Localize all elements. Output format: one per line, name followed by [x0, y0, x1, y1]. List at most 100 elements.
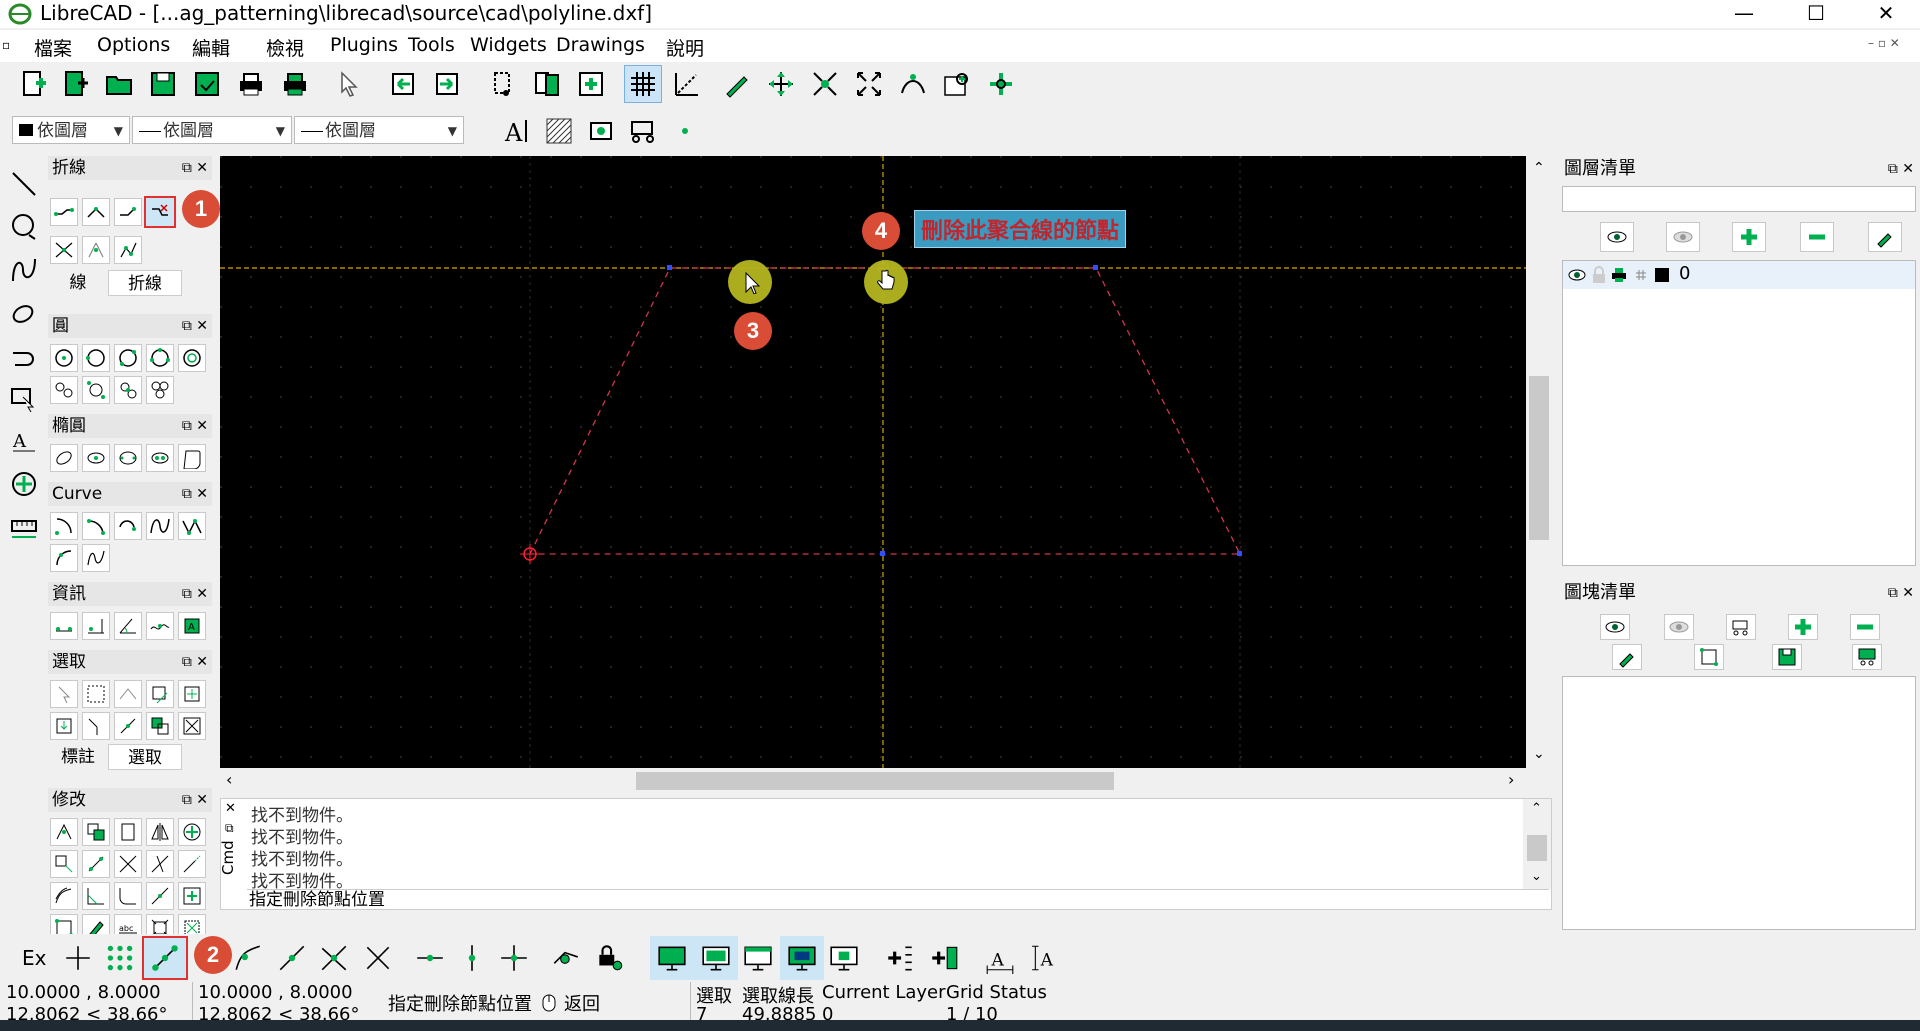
modify-category-icon[interactable] [4, 464, 44, 504]
arc-tangent-icon[interactable] [114, 512, 142, 540]
vertical-scrollbar[interactable]: ⌃ ⌄ [1526, 156, 1552, 768]
circle-tangent-2-icon[interactable] [50, 376, 78, 404]
divide-icon[interactable] [146, 882, 174, 910]
curve-category-icon[interactable] [4, 250, 44, 290]
trim-icon[interactable] [114, 850, 142, 878]
show-all-layers-icon[interactable] [1600, 222, 1634, 252]
undo-icon[interactable] [384, 65, 422, 103]
select-layer-icon[interactable] [82, 712, 110, 740]
drawing-canvas[interactable]: 3 4 刪除此聚合線的節點 [220, 156, 1526, 768]
float-close-icon[interactable]: ⧉ ✕ [182, 482, 208, 506]
move-rotate-icon[interactable] [50, 850, 78, 878]
scroll-up-icon[interactable]: ⌃ [1531, 801, 1542, 816]
dimension-category-icon[interactable]: A [4, 422, 44, 462]
ellipse-arc-icon[interactable] [82, 444, 110, 472]
circle-inscribed-icon[interactable] [146, 376, 174, 404]
snap-free-icon[interactable] [58, 938, 98, 978]
zoom-auto-icon[interactable] [894, 65, 932, 103]
dimension-style-icon[interactable]: A [980, 938, 1020, 978]
edit-layer-icon[interactable] [1868, 222, 1902, 252]
zoom-pan-icon[interactable] [762, 65, 800, 103]
circle-center-point-icon[interactable] [50, 344, 78, 372]
select-window-icon[interactable] [82, 680, 110, 708]
arc-3points-icon[interactable] [82, 512, 110, 540]
deselect-window-icon[interactable] [178, 712, 206, 740]
hide-all-layers-icon[interactable] [1666, 222, 1700, 252]
print-icon[interactable] [1611, 267, 1627, 283]
scroll-up-icon[interactable]: ⌃ [1533, 160, 1545, 176]
add-layer-action-icon[interactable] [880, 938, 920, 978]
mdi-controls[interactable]: – ▫ ✕ [1868, 36, 1900, 50]
draft-mode-icon[interactable] [668, 65, 706, 103]
polyline-delete-node-button[interactable] [144, 196, 176, 228]
view-screen-1-icon[interactable] [650, 936, 694, 980]
lengthen-icon[interactable] [178, 850, 206, 878]
polyline-category-icon[interactable] [4, 338, 44, 378]
trim-2-icon[interactable] [146, 850, 174, 878]
menu-file[interactable]: 檔案 [34, 34, 72, 61]
spline-points-icon[interactable] [178, 512, 206, 540]
text-style-icon[interactable]: A [1026, 938, 1066, 978]
snap-entity-icon[interactable] [228, 938, 268, 978]
redraw-icon[interactable] [718, 65, 756, 103]
tab-line[interactable]: 線 [48, 270, 108, 296]
float-close-icon[interactable]: ⧉ ✕ [182, 582, 208, 606]
spline-icon[interactable] [146, 512, 174, 540]
save-icon[interactable] [144, 65, 182, 103]
exclusive-snap-toggle[interactable]: Ex [22, 946, 46, 970]
command-input[interactable]: 指定刪除節點位置 [247, 889, 1549, 910]
vertical-scroll-thumb[interactable] [1529, 376, 1549, 540]
linewidth-combo[interactable]: 依圖層 ▼ [294, 116, 464, 144]
polyline-add-node-icon[interactable] [82, 198, 110, 226]
restrict-horizontal-icon[interactable] [410, 938, 450, 978]
bevel-icon[interactable] [82, 882, 110, 910]
rotate-icon[interactable] [178, 818, 206, 846]
float-close-icon[interactable]: ⧉ ✕ [182, 314, 208, 338]
polyline-node[interactable] [1237, 551, 1242, 556]
copy-modify-icon[interactable] [82, 818, 110, 846]
hide-all-blocks-icon[interactable] [1664, 614, 1694, 640]
relative-zero-icon[interactable] [546, 938, 586, 978]
edit-block-icon[interactable] [1694, 644, 1724, 670]
deselect-all-icon[interactable] [50, 712, 78, 740]
scroll-left-icon[interactable]: ‹ [226, 770, 232, 789]
polyline-append-node-icon[interactable] [114, 198, 142, 226]
horizontal-scroll-thumb[interactable] [636, 772, 1114, 790]
tab-select[interactable]: 選取 [108, 744, 182, 770]
image-tool-icon[interactable] [582, 112, 620, 150]
maximize-button[interactable]: ☐ [1788, 0, 1844, 28]
scale-icon[interactable] [114, 818, 142, 846]
view-screen-2-icon[interactable] [694, 936, 738, 980]
cut-icon[interactable] [484, 65, 522, 103]
text-tool-icon[interactable]: A [498, 112, 536, 150]
close-button[interactable]: ✕ [1858, 0, 1914, 28]
construction-icon[interactable] [1633, 267, 1649, 283]
zoom-out-icon[interactable] [850, 65, 888, 103]
zoom-in-icon[interactable] [806, 65, 844, 103]
restrict-orthogonal-icon[interactable] [494, 938, 534, 978]
menu-tools[interactable]: Tools [408, 34, 455, 56]
float-close-icon[interactable]: ⧉ ✕ [1888, 580, 1914, 606]
show-all-blocks-icon[interactable] [1600, 614, 1630, 640]
select-category-icon[interactable] [4, 380, 44, 420]
menu-view[interactable]: 檢視 [266, 34, 304, 61]
ellipse-foci-icon[interactable] [114, 444, 142, 472]
mirror-icon[interactable] [146, 818, 174, 846]
distance-point-icon[interactable] [50, 612, 78, 640]
zoom-previous-icon[interactable] [938, 65, 976, 103]
scroll-down-icon[interactable]: ⌄ [1533, 746, 1545, 762]
horizontal-scrollbar[interactable]: ‹ › [220, 768, 1526, 794]
ellipse-axis-icon[interactable] [50, 444, 78, 472]
fillet-icon[interactable] [114, 882, 142, 910]
insert-block-icon[interactable] [1852, 644, 1882, 670]
select-line-icon[interactable] [114, 712, 142, 740]
float-close-icon[interactable]: ⧉ ✕ [182, 650, 208, 674]
print-icon[interactable] [232, 65, 270, 103]
float-close-icon[interactable]: ⧉ ✕ [1888, 156, 1914, 182]
command-float-icon[interactable]: ⧉ [225, 821, 234, 836]
remove-block-icon[interactable] [1850, 614, 1880, 640]
open-folder-icon[interactable] [100, 65, 138, 103]
copy-icon[interactable] [528, 65, 566, 103]
view-screen-3-icon[interactable] [738, 938, 778, 978]
layer-color-swatch[interactable] [1655, 268, 1669, 282]
